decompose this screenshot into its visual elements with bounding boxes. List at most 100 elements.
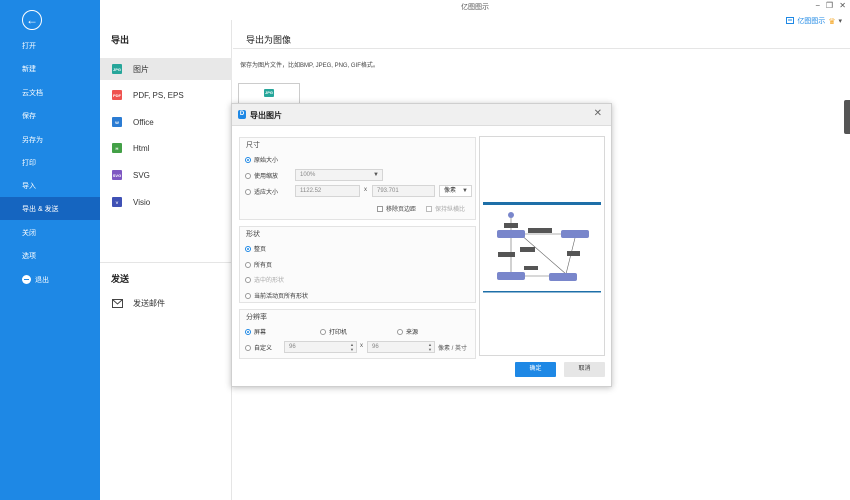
radio-screen[interactable]: 屏幕 [245, 327, 266, 336]
radio-dot [245, 245, 251, 252]
radio-printer[interactable]: 打印机 [320, 327, 347, 336]
format-label: Visio [133, 197, 151, 207]
side-panel-handle[interactable] [844, 100, 850, 134]
close-icon[interactable]: ✕ [594, 108, 602, 119]
radio-fit-size[interactable]: 适应大小 [245, 187, 278, 196]
format-label: Office [133, 117, 154, 127]
resolution-group-title: 分辨率 [246, 314, 267, 321]
width-input[interactable]: 1122.52 [295, 185, 360, 197]
radio-original-size[interactable]: 原始大小 [245, 155, 278, 164]
user-account[interactable]: 亿图图示 ♛ ▾ [786, 16, 842, 26]
radio-label: 所有页 [254, 263, 273, 269]
nav-exit-label: 退出 [35, 276, 49, 284]
remove-margin-checkbox[interactable]: 移除页边距 [377, 204, 416, 213]
checkbox-label: 保持纵横比 [435, 207, 466, 213]
keep-ratio-checkbox[interactable]: 保持纵横比 [426, 204, 465, 213]
dpi-y-stepper[interactable]: 96 ▲ ▼ [367, 341, 435, 353]
send-section-title: 发送 [111, 274, 130, 284]
send-email[interactable]: 发送邮件 [100, 292, 232, 314]
pdf-icon: PDF [112, 90, 122, 100]
main-heading: 导出为图像 [246, 35, 292, 45]
zoom-select[interactable]: 100% ▼ [295, 169, 383, 181]
app-logo-icon: D [238, 110, 246, 119]
visio-icon: V [112, 197, 122, 207]
radio-current-page-shapes[interactable]: 当前活动页所有形状 [245, 291, 308, 300]
jpg-icon: JPG [112, 64, 122, 74]
nav-options[interactable]: 选项 [0, 244, 100, 267]
divider [233, 48, 850, 49]
format-image[interactable]: JPG 图片 [100, 58, 232, 80]
close-window-icon[interactable]: ✕ [839, 1, 846, 10]
radio-label: 适应大小 [254, 190, 279, 196]
dpi-x-stepper[interactable]: 96 ▲ ▼ [284, 341, 357, 353]
minimize-icon[interactable]: − [815, 1, 820, 10]
size-group-title: 尺寸 [246, 142, 260, 149]
format-svg[interactable]: SVG SVG [100, 164, 232, 186]
radio-label: 自定义 [254, 346, 273, 352]
spin-arrows-icon[interactable]: ▲ ▼ [428, 342, 432, 352]
help-icon[interactable] [786, 17, 795, 25]
radio-label: 打印机 [329, 330, 348, 336]
nav-close[interactable]: 关闭 [0, 221, 100, 244]
radio-dot [245, 276, 251, 283]
dialog-header: D 导出图片 ✕ [232, 104, 611, 126]
shape-group-title: 形状 [246, 231, 260, 238]
radio-whole-page[interactable]: 整页 [245, 244, 266, 253]
unit-select[interactable]: 像素 ▼ [439, 185, 472, 197]
radio-selected-shapes[interactable]: 选中的形状 [245, 275, 284, 284]
cancel-button[interactable]: 取消 [564, 362, 605, 377]
preview-footer-bar [483, 291, 601, 293]
dpi-unit-label: 像素 / 英寸 [438, 346, 468, 352]
unit-value: 像素 [444, 188, 457, 194]
nav-export-send[interactable]: 导出 & 发送 [0, 197, 100, 220]
nav-cloud[interactable]: 云文档 [0, 81, 100, 104]
nav-save-as[interactable]: 另存为 [0, 128, 100, 151]
zoom-value: 100% [300, 172, 316, 178]
nav-exit[interactable]: 退出 [0, 268, 100, 291]
ok-button[interactable]: 确定 [515, 362, 556, 377]
preview-node [497, 272, 525, 280]
radio-label: 屏幕 [254, 330, 267, 336]
nav-print[interactable]: 打印 [0, 151, 100, 174]
height-input[interactable]: 793.701 [372, 185, 435, 197]
preview-label-box [528, 228, 552, 233]
format-visio[interactable]: V Visio [100, 191, 232, 213]
size-group: 尺寸 原始大小 使用缩放 100% ▼ 适应大小 1122.52 x 793.7… [239, 137, 476, 220]
dpi-y-value: 96 [372, 344, 379, 350]
radio-custom[interactable]: 自定义 [245, 343, 272, 352]
radio-dot [245, 156, 251, 163]
nav-save[interactable]: 保存 [0, 104, 100, 127]
format-html[interactable]: H Html [100, 137, 232, 159]
radio-dot [245, 172, 251, 179]
radio-use-zoom[interactable]: 使用缩放 [245, 171, 278, 180]
restore-icon[interactable]: ❐ [826, 1, 833, 10]
chevron-down-icon: ▼ [373, 172, 379, 178]
format-label: PDF, PS, EPS [133, 90, 184, 100]
preview-node [549, 273, 577, 281]
export-image-dialog: D 导出图片 ✕ 尺寸 原始大小 使用缩放 100% ▼ 适应大小 1122.5… [231, 103, 612, 387]
user-name: 亿图图示 [797, 18, 826, 25]
preview-label-box [520, 247, 535, 252]
radio-label: 选中的形状 [254, 278, 285, 284]
back-arrow-icon[interactable]: ← [22, 10, 42, 30]
checkbox-box [426, 205, 432, 212]
preview-label-box [498, 252, 515, 257]
radio-label: 当前活动页所有形状 [254, 294, 309, 300]
user-caret-icon[interactable]: ▾ [838, 17, 842, 25]
radio-all-pages[interactable]: 所有页 [245, 260, 272, 269]
nav-new[interactable]: 新建 [0, 57, 100, 80]
format-pdf[interactable]: PDF PDF, PS, EPS [100, 84, 232, 106]
times-label: x [360, 343, 363, 349]
resolution-group: 分辨率 屏幕 打印机 来源 自定义 96 ▲ ▼ x 96 ▲ ▼ 像素 / 英寸 [239, 309, 476, 359]
radio-dot [245, 328, 251, 335]
preview-node [561, 230, 589, 238]
radio-source[interactable]: 来源 [397, 327, 418, 336]
nav-open[interactable]: 打开 [0, 34, 100, 57]
radio-dot [397, 328, 403, 335]
nav-import[interactable]: 导入 [0, 174, 100, 197]
exit-icon [22, 275, 31, 284]
format-office[interactable]: W Office [100, 111, 232, 133]
dialog-title: 导出图片 [250, 111, 282, 120]
spin-arrows-icon[interactable]: ▲ ▼ [350, 342, 354, 352]
email-icon [112, 298, 123, 308]
